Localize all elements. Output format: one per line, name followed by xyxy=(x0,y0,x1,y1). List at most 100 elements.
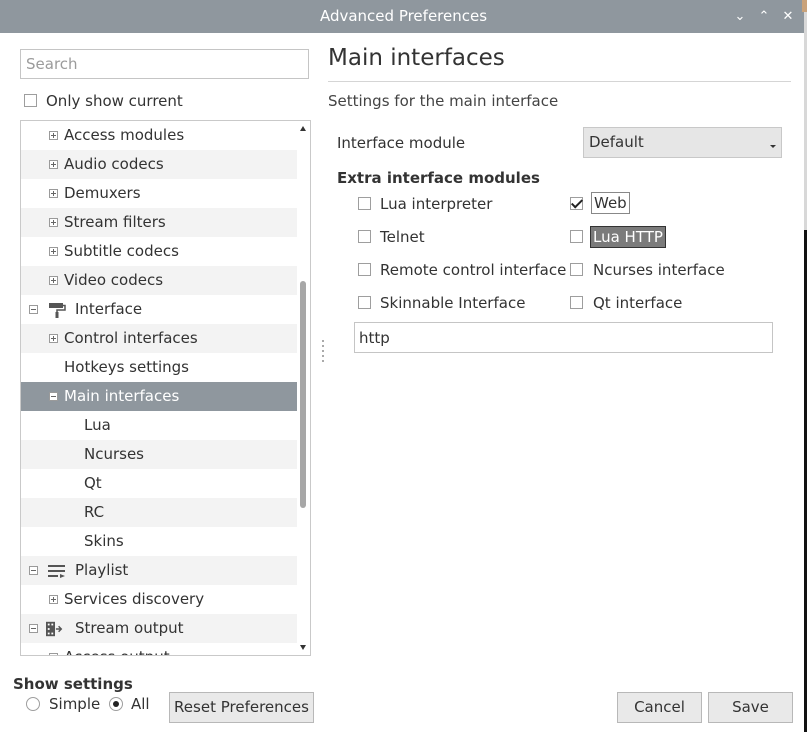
remote-control-interface-label: Remote control interface xyxy=(380,261,567,279)
close-button[interactable]: ✕ xyxy=(779,8,797,26)
tree-item-label: Ncurses xyxy=(84,445,144,463)
collapse-icon[interactable] xyxy=(29,566,38,575)
tree-item-demuxers[interactable]: Demuxers xyxy=(21,179,297,208)
tree-item-label: Lua xyxy=(84,416,111,434)
tree-item-services-discovery[interactable]: Services discovery xyxy=(21,585,297,614)
tree-item-label: Interface xyxy=(75,300,143,318)
scroll-down-icon[interactable] xyxy=(300,645,306,650)
tree-scrollbar[interactable] xyxy=(297,121,310,655)
lua-interpreter-label: Lua interpreter xyxy=(380,195,493,213)
expand-icon[interactable] xyxy=(49,131,58,140)
save-button[interactable]: Save xyxy=(708,692,793,723)
qt-interface-label: Qt interface xyxy=(593,294,683,312)
reset-preferences-button[interactable]: Reset Preferences xyxy=(169,692,314,723)
expand-icon[interactable] xyxy=(49,218,58,227)
tree-item-stream-output[interactable]: Stream output xyxy=(21,614,297,643)
scroll-up-icon[interactable] xyxy=(300,126,306,131)
collapse-icon[interactable] xyxy=(29,624,38,633)
tree-item-label: Access modules xyxy=(64,126,185,144)
collapse-icon[interactable] xyxy=(49,392,58,401)
expand-icon[interactable] xyxy=(49,160,58,169)
tree-item-video-codecs[interactable]: Video codecs xyxy=(21,266,297,295)
tree-item-access-output[interactable]: Access output xyxy=(21,643,297,655)
web-label: Web xyxy=(591,192,630,214)
simple-radio[interactable] xyxy=(26,697,40,711)
tree-item-label: Playlist xyxy=(75,561,129,579)
tree-item-label: Qt xyxy=(84,474,102,492)
collapse-icon[interactable] xyxy=(29,305,38,314)
page-subtitle: Settings for the main interface xyxy=(328,92,559,110)
tree-item-control-interfaces[interactable]: Control interfaces xyxy=(21,324,297,353)
tree-item-rc[interactable]: RC xyxy=(21,498,297,527)
extra-modules-text-field[interactable] xyxy=(354,322,773,353)
tree-item-main-interfaces[interactable]: Main interfaces xyxy=(21,382,297,411)
tree-item-playlist[interactable]: Playlist xyxy=(21,556,297,585)
lua-http-checkbox[interactable] xyxy=(570,230,583,243)
interface-module-select[interactable]: Default xyxy=(583,127,782,158)
tree-item-label: Stream filters xyxy=(64,213,166,231)
expand-icon[interactable] xyxy=(49,595,58,604)
tree-item-label: Video codecs xyxy=(64,271,164,289)
title-bar: Advanced Preferences ⌄ ⌃ ✕ xyxy=(0,0,807,33)
lua-interpreter-checkbox[interactable] xyxy=(358,197,371,210)
tree-item-label: Demuxers xyxy=(64,184,141,202)
maximize-button[interactable]: ⌃ xyxy=(755,8,773,26)
tree-item-label: Hotkeys settings xyxy=(64,358,189,376)
tree-item-label: Access output xyxy=(64,643,170,655)
close-icon: ✕ xyxy=(782,9,794,24)
tree-item-ncurses[interactable]: Ncurses xyxy=(21,440,297,469)
expand-icon[interactable] xyxy=(49,653,58,655)
tree-item-label: Services discovery xyxy=(64,590,205,608)
page-title: Main interfaces xyxy=(328,45,505,71)
tree-item-lua[interactable]: Lua xyxy=(21,411,297,440)
skinnable-interface-label: Skinnable Interface xyxy=(380,294,526,312)
simple-radio-label: Simple xyxy=(49,695,101,713)
cancel-button[interactable]: Cancel xyxy=(617,692,702,723)
tree-item-label: Stream output xyxy=(75,619,184,637)
tree-item-hotkeys-settings[interactable]: Hotkeys settings xyxy=(21,353,297,382)
ncurses-interface-label: Ncurses interface xyxy=(593,261,725,279)
paint-roller-icon xyxy=(49,303,66,318)
scrollbar-thumb[interactable] xyxy=(300,281,306,508)
skinnable-interface-checkbox[interactable] xyxy=(358,296,371,309)
telnet-label: Telnet xyxy=(380,228,425,246)
tree-item-interface[interactable]: Interface xyxy=(21,295,297,324)
preferences-tree: Access modules Audio codecs Demuxers Str… xyxy=(20,120,311,656)
expand-icon[interactable] xyxy=(49,247,58,256)
panel-splitter-handle[interactable] xyxy=(322,340,324,366)
interface-module-label: Interface module xyxy=(337,134,466,152)
all-radio[interactable] xyxy=(109,697,123,711)
minimize-button[interactable]: ⌄ xyxy=(731,8,749,26)
telnet-checkbox[interactable] xyxy=(358,230,371,243)
expand-icon[interactable] xyxy=(49,276,58,285)
tree-item-audio-codecs[interactable]: Audio codecs xyxy=(21,150,297,179)
show-settings-label: Show settings xyxy=(13,675,133,693)
web-checkbox[interactable] xyxy=(570,197,583,210)
remote-control-interface-checkbox[interactable] xyxy=(358,263,371,276)
ncurses-interface-checkbox[interactable] xyxy=(570,263,583,276)
qt-interface-checkbox[interactable] xyxy=(570,296,583,309)
stream-output-icon xyxy=(46,621,63,637)
title-divider xyxy=(328,81,791,82)
tree-item-label: RC xyxy=(84,503,105,521)
dropdown-arrow-icon xyxy=(770,145,776,148)
tree-item-subtitle-codecs[interactable]: Subtitle codecs xyxy=(21,237,297,266)
chevron-up-icon: ⌃ xyxy=(758,9,770,24)
tree-item-label: Audio codecs xyxy=(64,155,164,173)
chevron-down-icon: ⌄ xyxy=(734,9,746,24)
tree-item-stream-filters[interactable]: Stream filters xyxy=(21,208,297,237)
tree-item-access-modules[interactable]: Access modules xyxy=(21,121,297,150)
tree-item-label: Main interfaces xyxy=(64,387,180,405)
tree-item-label: Subtitle codecs xyxy=(64,242,179,260)
interface-module-value: Default xyxy=(589,133,644,151)
tree-item-skins[interactable]: Skins xyxy=(21,527,297,556)
all-radio-label: All xyxy=(131,695,150,713)
expand-icon[interactable] xyxy=(49,189,58,198)
lua-http-label: Lua HTTP xyxy=(590,226,666,248)
search-input[interactable] xyxy=(20,49,309,79)
tree-item-label: Skins xyxy=(84,532,124,550)
expand-icon[interactable] xyxy=(49,334,58,343)
only-show-current-checkbox[interactable] xyxy=(24,94,37,107)
background-corner xyxy=(802,0,807,12)
tree-item-qt[interactable]: Qt xyxy=(21,469,297,498)
